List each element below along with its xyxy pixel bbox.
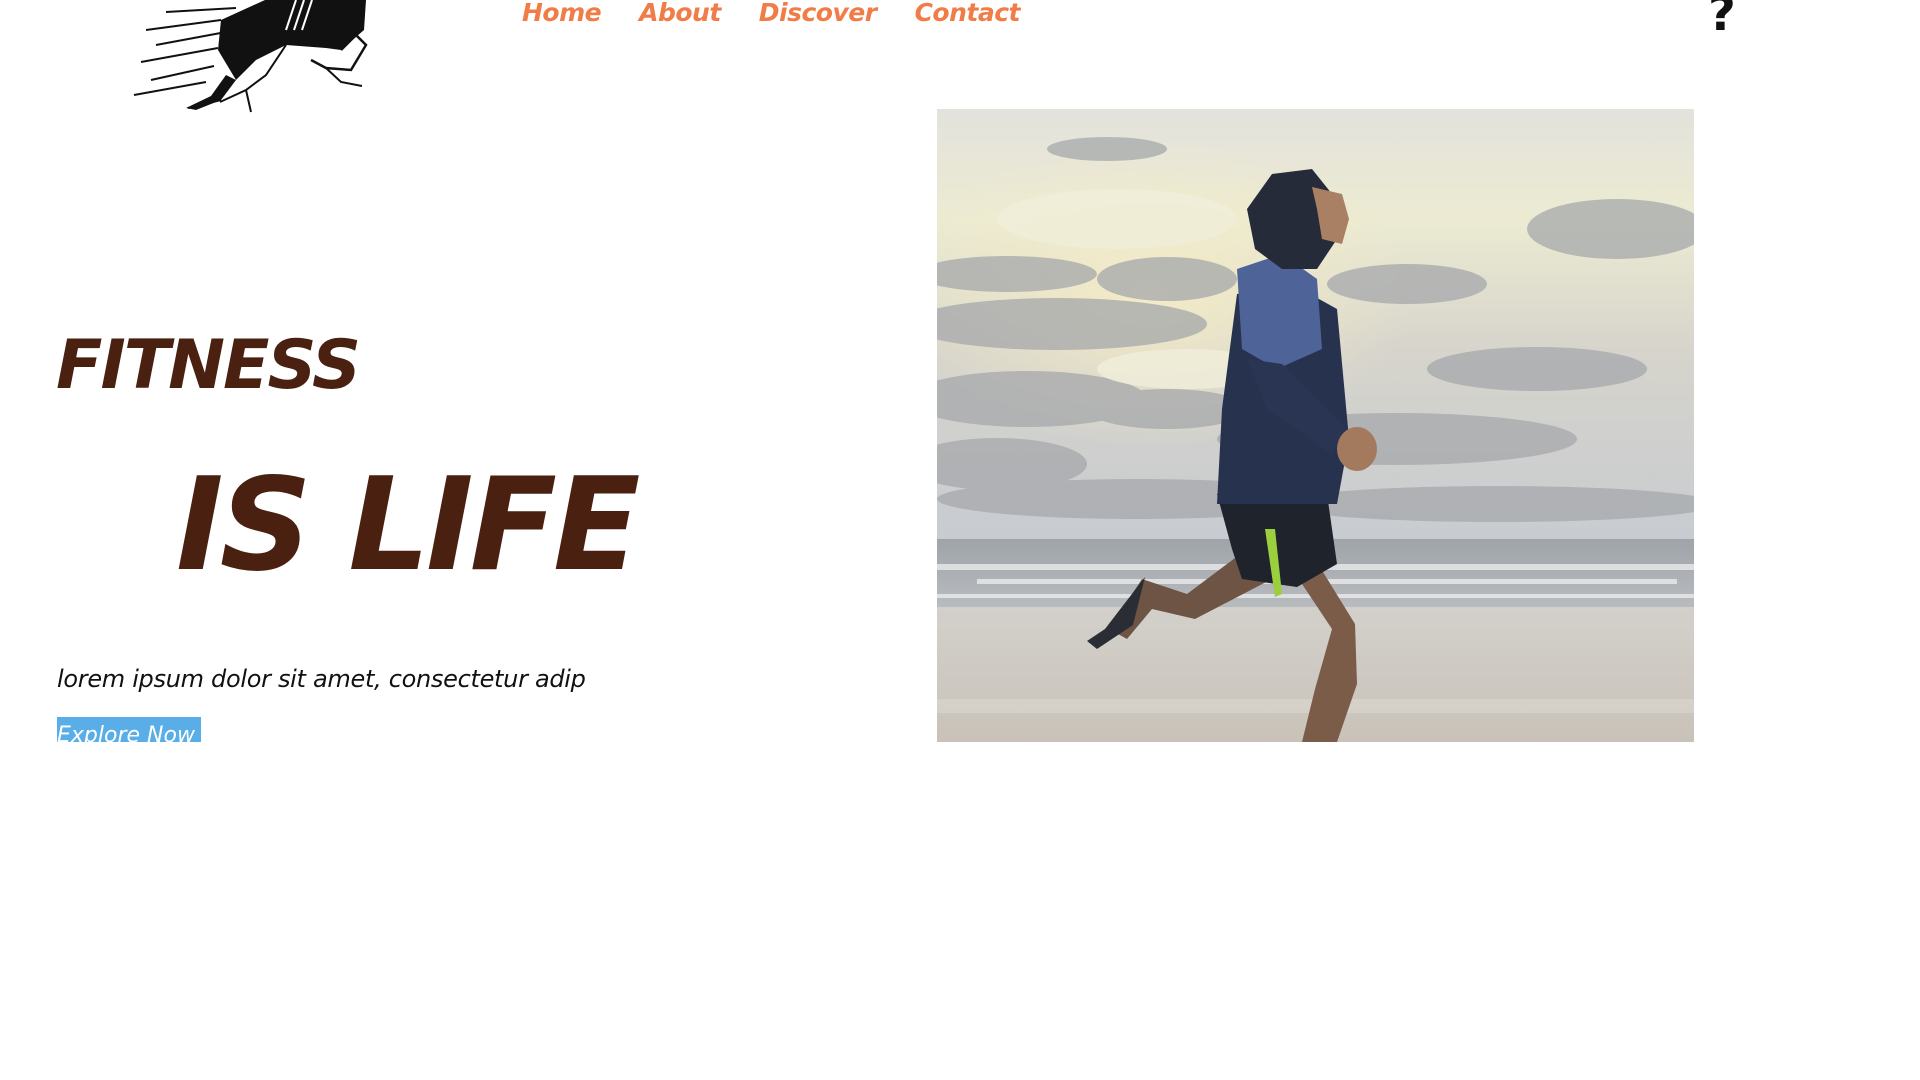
hero-tagline: lorem ipsum dolor sit amet, consectetur …: [57, 665, 586, 693]
hero-headline-line2: IS LIFE: [176, 451, 640, 600]
nav-about-link[interactable]: About: [639, 0, 721, 28]
main-nav: Home About Discover Contact: [522, 0, 1020, 28]
nav-contact-link[interactable]: Contact: [915, 0, 1021, 28]
question-mark-icon[interactable]: ?: [1708, 0, 1736, 42]
nav-home-link[interactable]: Home: [522, 0, 602, 28]
nav-discover-link[interactable]: Discover: [759, 0, 877, 28]
explore-now-button[interactable]: Explore Now: [57, 717, 201, 742]
hero-headline-line1: FITNESS: [56, 326, 361, 405]
explore-now-label: Explore Now: [57, 723, 195, 742]
landing-page: Home About Discover Contact ? FITNESS IS…: [0, 0, 1920, 1080]
runner-on-beach-photo: [937, 109, 1694, 742]
sprinter-logo-icon[interactable]: [126, 0, 376, 130]
